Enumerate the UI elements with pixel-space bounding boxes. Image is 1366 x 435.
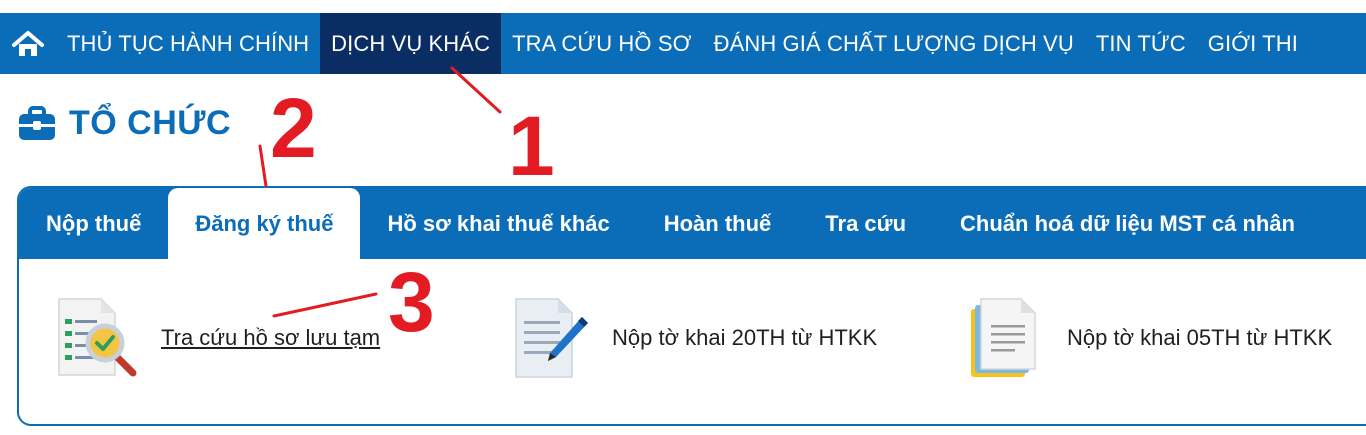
tab-ho-so-khai-thue-khac[interactable]: Hồ sơ khai thuế khác	[360, 188, 636, 259]
service-tra-cuu-ho-so-luu-tam[interactable]: Tra cứu hồ sơ lưu tạm	[53, 295, 380, 381]
tab-dang-ky-thue[interactable]: Đăng ký thuế	[168, 188, 361, 259]
nav-item-tra-cuu-ho-so[interactable]: TRA CỨU HỒ SƠ	[501, 13, 703, 74]
home-icon	[12, 30, 44, 56]
service-label-2[interactable]: Nộp tờ khai 20TH từ HTKK	[612, 325, 877, 351]
document-pen-icon	[515, 298, 588, 378]
top-navigation: THỦ TỤC HÀNH CHÍNH DỊCH VỤ KHÁC TRA CỨU …	[0, 13, 1366, 74]
home-button[interactable]	[0, 13, 56, 74]
tab-panel: Nộp thuế Đăng ký thuế Hồ sơ khai thuế kh…	[17, 186, 1366, 426]
nav-item-tin-tuc[interactable]: TIN TỨC	[1085, 13, 1197, 74]
document-search-icon	[58, 298, 137, 377]
annotation-step-2: 2	[270, 81, 317, 175]
annotation-line-2	[258, 144, 268, 188]
service-label-1[interactable]: Tra cứu hồ sơ lưu tạm	[161, 325, 380, 351]
tab-bar: Nộp thuế Đăng ký thuế Hồ sơ khai thuế kh…	[19, 188, 1366, 259]
service-nop-to-khai-20th[interactable]: Nộp tờ khai 20TH từ HTKK	[512, 295, 877, 381]
nav-item-danh-gia[interactable]: ĐÁNH GIÁ CHẤT LƯỢNG DỊCH VỤ	[703, 13, 1085, 74]
service-nop-to-khai-05th[interactable]: Nộp tờ khai 05TH từ HTKK	[967, 295, 1332, 381]
tab-chuan-hoa-mst[interactable]: Chuẩn hoá dữ liệu MST cá nhân	[933, 188, 1322, 259]
tab-hoan-thue[interactable]: Hoàn thuế	[637, 188, 799, 259]
briefcase-icon	[19, 105, 55, 140]
top-strip	[0, 0, 1366, 13]
nav-item-gioi-thieu[interactable]: GIỚI THI	[1197, 13, 1309, 74]
tab-nop-thue[interactable]: Nộp thuế	[19, 188, 168, 259]
annotation-line-1	[450, 66, 502, 114]
page-heading: TỔ CHỨC	[17, 104, 231, 143]
tab-tra-cuu[interactable]: Tra cứu	[798, 188, 933, 259]
service-list: Tra cứu hồ sơ lưu tạm Nộp tờ khai 20TH t…	[19, 259, 1366, 424]
page-title: TỔ CHỨC	[69, 104, 232, 142]
annotation-step-1: 1	[508, 99, 555, 193]
nav-item-thu-tuc[interactable]: THỦ TỤC HÀNH CHÍNH	[56, 13, 320, 74]
nav-item-dich-vu-khac[interactable]: DỊCH VỤ KHÁC	[320, 13, 502, 74]
service-label-3[interactable]: Nộp tờ khai 05TH từ HTKK	[1067, 325, 1332, 351]
document-stack-icon	[971, 298, 1036, 377]
